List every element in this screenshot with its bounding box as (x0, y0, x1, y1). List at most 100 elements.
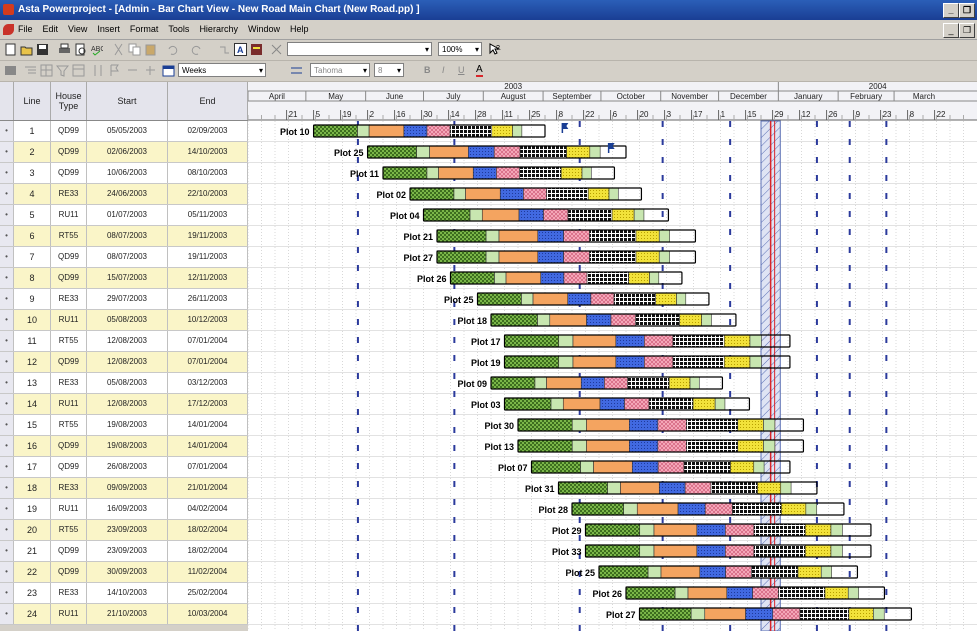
task-segment[interactable] (629, 439, 659, 453)
task-segment[interactable] (639, 607, 692, 621)
row-expander[interactable]: • (0, 436, 14, 456)
task-segment[interactable] (523, 187, 547, 201)
task-segment[interactable] (563, 250, 590, 264)
task-segment[interactable] (403, 124, 428, 138)
task-segment[interactable] (648, 397, 694, 411)
font-combo[interactable]: Tahoma (310, 63, 370, 78)
task-segment[interactable] (690, 607, 706, 621)
indent-icon[interactable] (24, 64, 37, 77)
house-type-cell[interactable]: QD99 (51, 142, 87, 162)
line-cell[interactable]: 9 (14, 289, 51, 309)
task-segment[interactable] (696, 523, 726, 537)
task-segment[interactable] (465, 187, 501, 201)
doc-minimize-button[interactable]: _ (943, 23, 959, 38)
menu-insert[interactable]: Insert (97, 24, 120, 34)
line-cell[interactable]: 4 (14, 184, 51, 204)
flag-icon[interactable] (108, 64, 121, 77)
task-segment[interactable] (686, 418, 739, 432)
start-cell[interactable]: 05/08/2003 (87, 373, 168, 393)
task-segment[interactable] (604, 376, 628, 390)
start-cell[interactable]: 01/07/2003 (87, 205, 168, 225)
task-segment[interactable] (820, 565, 832, 579)
task-segment[interactable] (493, 145, 521, 159)
task-segment[interactable] (589, 250, 637, 264)
table-row[interactable]: • 10 RU11 05/08/2003 10/12/2003 (0, 310, 248, 331)
house-type-cell[interactable]: QD99 (51, 541, 87, 561)
house-type-cell[interactable]: QD99 (51, 562, 87, 582)
task-segment[interactable] (629, 418, 659, 432)
table-row[interactable]: • 24 RU11 21/10/2003 10/03/2004 (0, 604, 248, 625)
task-segment[interactable] (586, 271, 629, 285)
end-cell[interactable]: 05/11/2003 (168, 205, 248, 225)
start-cell[interactable]: 24/06/2003 (87, 184, 168, 204)
task-segment[interactable] (653, 544, 698, 558)
task-segment[interactable] (781, 502, 807, 516)
task-segment[interactable] (732, 502, 782, 516)
line-cell[interactable]: 24 (14, 604, 51, 624)
task-segment[interactable] (745, 607, 774, 621)
task-segment[interactable] (599, 397, 625, 411)
save-icon[interactable] (36, 43, 49, 56)
house-type-cell[interactable]: QD99 (51, 436, 87, 456)
task-segment[interactable] (367, 145, 417, 159)
menu-tools[interactable]: Tools (168, 24, 189, 34)
task-segment[interactable] (687, 586, 728, 600)
header-end[interactable]: End (168, 82, 248, 120)
task-segment[interactable] (519, 145, 567, 159)
task-segment[interactable] (723, 334, 751, 348)
start-cell[interactable]: 09/09/2003 (87, 478, 168, 498)
end-cell[interactable]: 04/02/2004 (168, 499, 248, 519)
start-cell[interactable]: 30/09/2003 (87, 562, 168, 582)
table-row[interactable]: • 8 QD99 15/07/2003 12/11/2003 (0, 268, 248, 289)
start-cell[interactable]: 05/08/2003 (87, 310, 168, 330)
task-segment[interactable] (752, 586, 779, 600)
task-segment[interactable] (780, 481, 792, 495)
line-cell[interactable]: 8 (14, 268, 51, 288)
task-segment[interactable] (644, 355, 674, 369)
task-segment[interactable] (714, 397, 726, 411)
row-expander[interactable]: • (0, 268, 14, 288)
zoom-combo[interactable]: 100% (438, 42, 482, 57)
timescale-icon[interactable] (290, 64, 303, 77)
task-segment[interactable] (590, 292, 615, 306)
task-segment[interactable] (368, 124, 405, 138)
task-segment[interactable] (610, 313, 636, 327)
calendar-icon[interactable] (162, 64, 175, 77)
task-segment[interactable] (772, 607, 801, 621)
task-segment[interactable] (409, 187, 455, 201)
task-segment[interactable] (649, 271, 660, 285)
copy-icon[interactable] (128, 43, 141, 56)
task-segment[interactable] (494, 271, 507, 285)
task-segment[interactable] (490, 376, 536, 390)
task-segment[interactable] (613, 292, 656, 306)
start-cell[interactable]: 23/09/2003 (87, 541, 168, 561)
task-segment[interactable] (438, 166, 474, 180)
house-type-cell[interactable]: RE33 (51, 478, 87, 498)
grid-icon[interactable] (40, 64, 53, 77)
line-cell[interactable]: 3 (14, 163, 51, 183)
open-folder-icon[interactable] (20, 43, 33, 56)
task-segment[interactable] (657, 439, 687, 453)
task-segment[interactable] (657, 418, 687, 432)
menu-help[interactable]: Help (290, 24, 309, 34)
task-segment[interactable] (615, 355, 645, 369)
task-segment[interactable] (426, 124, 451, 138)
task-segment[interactable] (453, 187, 466, 201)
task-segment[interactable] (532, 292, 569, 306)
house-type-cell[interactable]: QD99 (51, 352, 87, 372)
table-row[interactable]: • 21 QD99 23/09/2003 18/02/2004 (0, 541, 248, 562)
house-type-cell[interactable]: QD99 (51, 247, 87, 267)
row-expander[interactable]: • (0, 247, 14, 267)
line-cell[interactable]: 23 (14, 583, 51, 603)
task-segment[interactable] (647, 565, 662, 579)
table-icon[interactable] (72, 64, 85, 77)
task-segment[interactable] (683, 460, 731, 474)
task-segment[interactable] (799, 607, 850, 621)
end-cell[interactable]: 14/01/2004 (168, 415, 248, 435)
end-cell[interactable]: 21/01/2004 (168, 478, 248, 498)
task-segment[interactable] (498, 250, 539, 264)
start-cell[interactable]: 29/07/2003 (87, 289, 168, 309)
task-segment[interactable] (636, 502, 679, 516)
end-cell[interactable]: 26/11/2003 (168, 289, 248, 309)
start-cell[interactable]: 10/06/2003 (87, 163, 168, 183)
